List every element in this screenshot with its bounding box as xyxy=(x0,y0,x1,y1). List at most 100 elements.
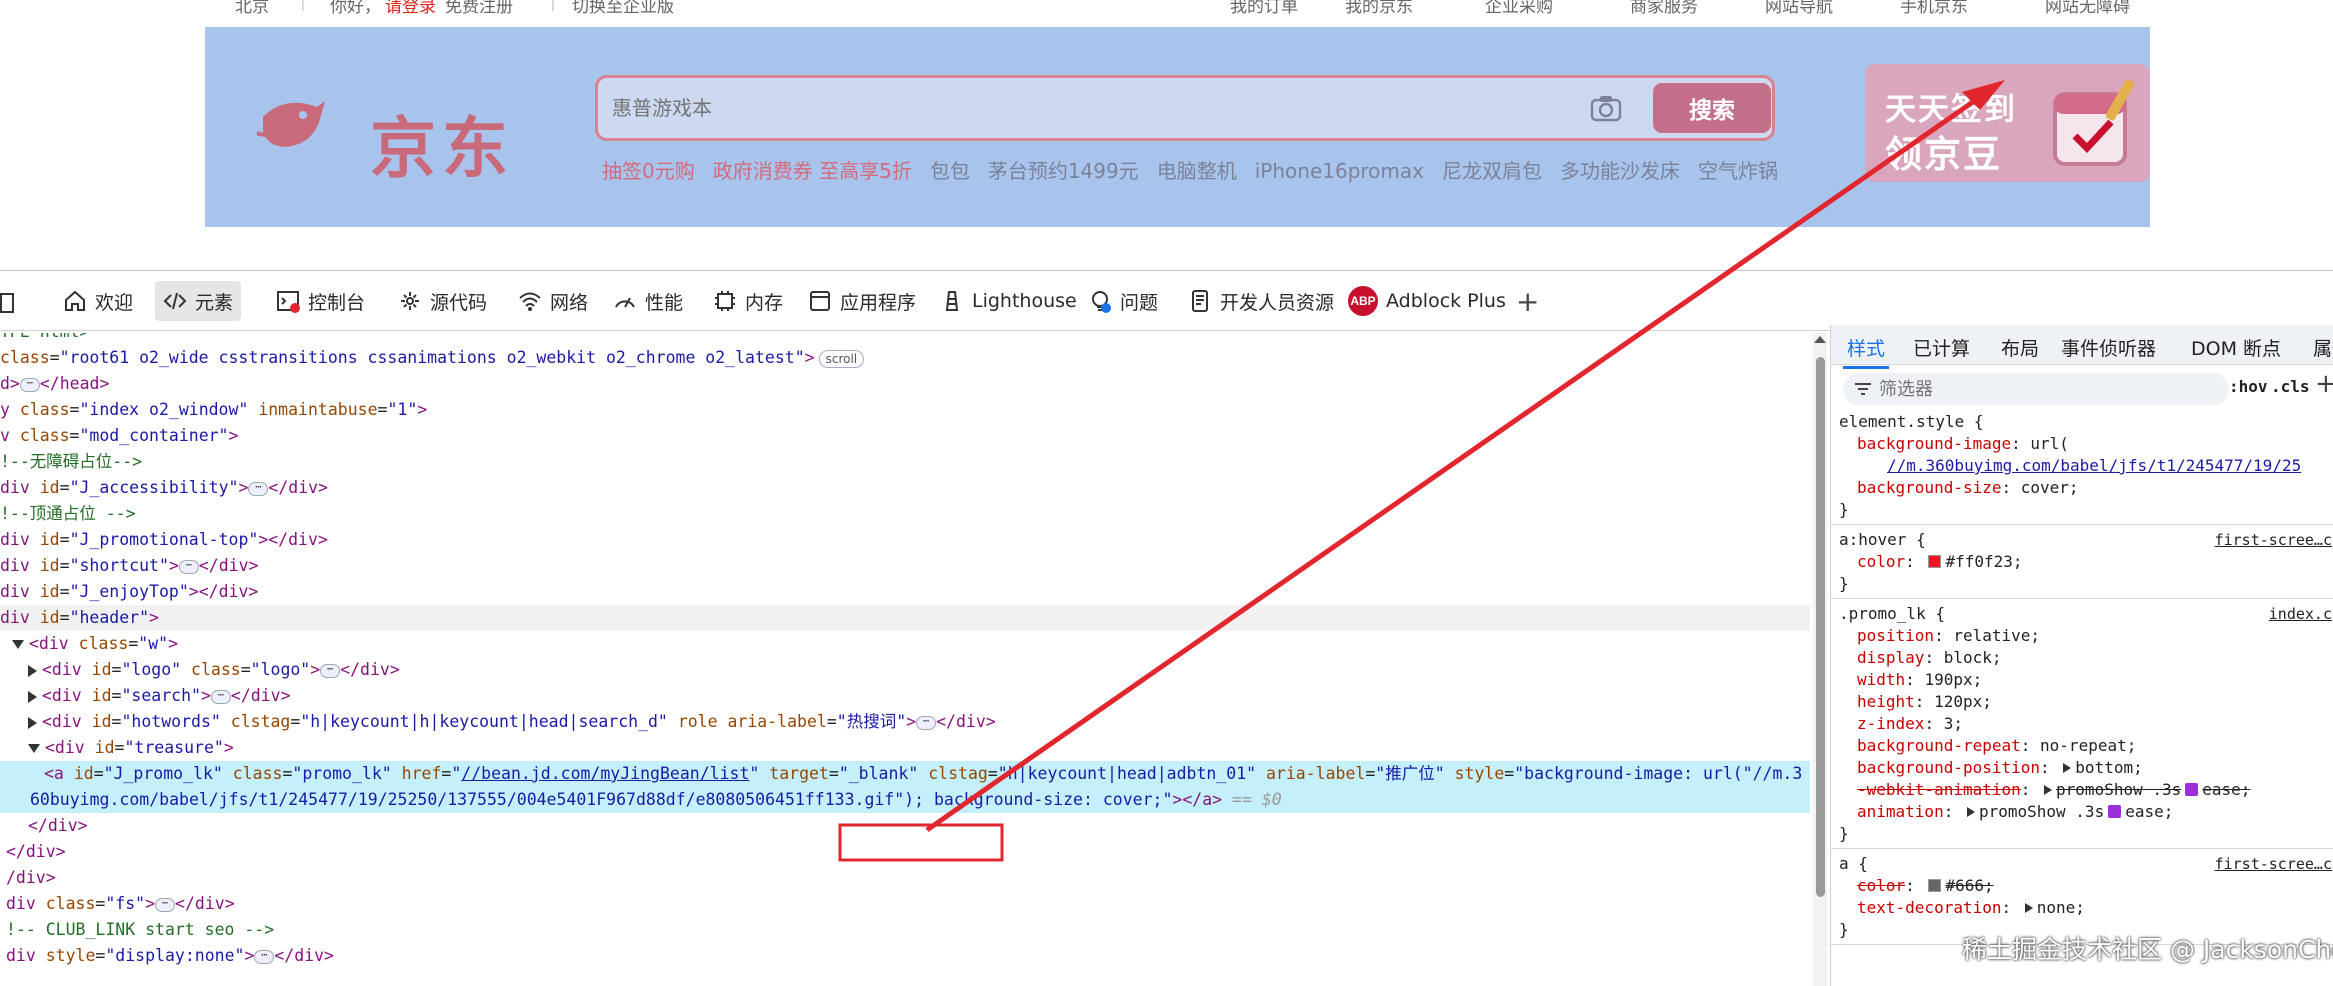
dom-node[interactable]: class="root61 o2_wide csstransitions css… xyxy=(0,345,1810,371)
shortcut-link[interactable]: 免费注册 xyxy=(445,0,513,17)
ellipsis-expand-icon[interactable]: ⋯ xyxy=(254,949,275,964)
dom-node[interactable]: !-- CLUB_LINK start seo --> xyxy=(0,917,1810,943)
styles-tab[interactable]: DOM 断点 xyxy=(2191,334,2281,361)
dom-node[interactable]: div id="J_accessibility"> ⋯ </div> xyxy=(0,475,1810,501)
scroll-badge[interactable]: scroll xyxy=(818,349,865,368)
css-url-value[interactable]: //m.360buyimg.com/babel/jfs/t1/245477/19… xyxy=(1887,455,2333,477)
css-declaration[interactable]: color: #666; xyxy=(1857,875,2333,897)
shortcut-link[interactable]: 企业采购 xyxy=(1485,0,1553,17)
dom-node[interactable]: <div id="hotwords" clstag="h|keycount|h|… xyxy=(0,709,1810,735)
devtools-tab-issues[interactable]: 问题 xyxy=(1080,281,1166,321)
devtools-tab-lighthouse[interactable]: Lighthouse xyxy=(932,281,1085,321)
hotword-link[interactable]: 空气炸锅 xyxy=(1698,159,1778,183)
css-declaration[interactable]: position: relative; xyxy=(1857,625,2333,647)
css-declaration[interactable]: background-size: cover; xyxy=(1857,477,2333,499)
styles-tab[interactable]: 样式 xyxy=(1842,334,1890,369)
css-declaration[interactable]: display: block; xyxy=(1857,647,2333,669)
attribute-link[interactable]: //bean.jd.com/myJingBean/list xyxy=(461,764,749,783)
styles-tab[interactable]: 已计算 xyxy=(1913,334,1970,361)
shortcut-link[interactable]: 商家服务 xyxy=(1630,0,1698,17)
devtools-tab-memory[interactable]: 内存 xyxy=(705,281,791,321)
devtools-tab-application[interactable]: 应用程序 xyxy=(800,281,924,321)
expand-value-icon[interactable] xyxy=(2044,785,2053,795)
styles-tab[interactable]: 布局 xyxy=(2001,334,2039,361)
expand-triangle-icon[interactable] xyxy=(28,664,37,677)
expand-value-icon[interactable] xyxy=(1966,807,1975,817)
dom-node[interactable]: </div> xyxy=(0,839,1810,865)
hotword-link[interactable]: iPhone16promax xyxy=(1255,159,1424,183)
dom-node[interactable]: div id="header"> xyxy=(0,605,1810,631)
expand-value-icon[interactable] xyxy=(2024,903,2033,913)
url-link[interactable]: //m.360buyimg.com/babel/jfs/t1/245477/19… xyxy=(1887,456,2301,475)
color-swatch-icon[interactable] xyxy=(1928,555,1942,568)
color-swatch-icon[interactable] xyxy=(1928,879,1942,892)
collapse-triangle-icon[interactable] xyxy=(28,744,40,753)
devtools-tab-console[interactable]: 控制台 xyxy=(268,281,373,321)
devtools-tab-code[interactable]: 元素 xyxy=(155,281,242,321)
rule-source-link[interactable]: first-scree…c xyxy=(2215,529,2332,551)
hotword-link[interactable]: 政府消费券 至高享5折 xyxy=(713,159,912,183)
dom-node[interactable]: <div id="logo" class="logo"> ⋯ </div> xyxy=(0,657,1810,683)
styles-tab[interactable]: 属性 xyxy=(2313,334,2333,361)
dom-node[interactable]: !--无障碍占位--> xyxy=(0,449,1810,475)
dom-node-selected[interactable]: <a id="J_promo_lk" class="promo_lk" href… xyxy=(0,761,1810,787)
jd-logo-text[interactable]: 京东 xyxy=(370,95,514,191)
ellipsis-expand-icon[interactable]: ⋯ xyxy=(178,559,199,574)
css-declaration[interactable]: text-decoration: none; xyxy=(1857,897,2333,919)
elements-scrollbar-thumb[interactable] xyxy=(1816,357,1825,897)
devtools-tab-wifi[interactable]: 网络 xyxy=(510,281,596,321)
shortcut-link[interactable]: 网站导航 xyxy=(1765,0,1833,17)
styles-filter-input[interactable] xyxy=(1879,377,2219,401)
hotword-link[interactable]: 茅台预约1499元 xyxy=(988,159,1139,183)
ellipsis-expand-icon[interactable]: ⋯ xyxy=(210,689,231,704)
camera-icon[interactable] xyxy=(1590,94,1622,122)
devtools-tab-performance[interactable]: 性能 xyxy=(605,281,691,321)
css-declaration[interactable]: color: #ff0f23; xyxy=(1857,551,2333,573)
css-declaration[interactable]: z-index: 3; xyxy=(1857,713,2333,735)
dom-node[interactable]: <div class="w"> xyxy=(0,631,1810,657)
dom-node-selected[interactable]: 60buyimg.com/babel/jfs/t1/245477/19/2525… xyxy=(0,787,1810,813)
shortcut-link[interactable]: 我的订单 xyxy=(1230,0,1298,17)
css-declaration[interactable]: background-image: url( xyxy=(1857,433,2333,455)
search-input[interactable] xyxy=(612,88,1572,128)
devtools-tab-adblock[interactable]: ABP Adblock Plus xyxy=(1340,281,1514,321)
search-button[interactable]: 搜索 xyxy=(1653,83,1771,133)
add-tab-button[interactable]: + xyxy=(1508,281,1547,321)
shortcut-link[interactable]: 北京 xyxy=(235,0,269,17)
collapse-triangle-icon[interactable] xyxy=(12,640,24,649)
new-style-rule-button[interactable]: + xyxy=(2315,369,2333,399)
easing-editor-icon[interactable] xyxy=(2185,783,2199,796)
styles-tab[interactable]: 事件侦听器 xyxy=(2061,334,2156,361)
css-declaration[interactable]: animation: promoShow .3s ease; xyxy=(1857,801,2333,823)
expand-triangle-icon[interactable] xyxy=(28,690,37,703)
expand-triangle-icon[interactable] xyxy=(28,716,37,729)
dom-node[interactable]: <div id="search"> ⋯ </div> xyxy=(0,683,1810,709)
hotword-link[interactable]: 包包 xyxy=(930,159,970,183)
dom-node[interactable]: !--顶通占位 --> xyxy=(0,501,1810,527)
shortcut-link[interactable]: 网站无障碍 xyxy=(2045,0,2130,17)
shortcut-link[interactable]: 我的京东 xyxy=(1345,0,1413,17)
dom-node[interactable]: div id="J_promotional-top"></div> xyxy=(0,527,1810,553)
shortcut-link[interactable]: 手机京东 xyxy=(1900,0,1968,17)
dock-panel-icon[interactable] xyxy=(0,293,14,313)
cls-toggle[interactable]: .cls xyxy=(2271,377,2310,396)
expand-value-icon[interactable] xyxy=(2063,763,2072,773)
hotword-link[interactable]: 抽签0元购 xyxy=(602,159,695,183)
ellipsis-expand-icon[interactable]: ⋯ xyxy=(155,897,176,912)
shortcut-link[interactable]: 请登录 xyxy=(385,0,436,17)
shortcut-link[interactable]: 你好， xyxy=(330,0,381,17)
easing-editor-icon[interactable] xyxy=(2108,805,2122,818)
dom-node[interactable]: y class="index o2_window" inmaintabuse="… xyxy=(0,397,1810,423)
devtools-tab-sources[interactable]: 源代码 xyxy=(390,281,495,321)
ellipsis-expand-icon[interactable]: ⋯ xyxy=(19,377,40,392)
dom-node[interactable]: </div> xyxy=(0,813,1810,839)
dom-node[interactable]: <div id="treasure"> xyxy=(0,735,1810,761)
hotword-link[interactable]: 电脑整机 xyxy=(1157,159,1237,183)
elements-dom-tree[interactable]: YPE html>class="root61 o2_wide csstransi… xyxy=(0,333,1810,986)
ellipsis-expand-icon[interactable]: ⋯ xyxy=(248,481,269,496)
dom-node[interactable]: div class="fs"> ⋯ </div> xyxy=(0,891,1810,917)
rule-source-link[interactable]: first-scree…c xyxy=(2215,853,2332,875)
dom-node[interactable]: /div> xyxy=(0,865,1810,891)
hov-toggle[interactable]: :hov xyxy=(2229,377,2268,396)
css-declaration[interactable]: -webkit-animation: promoShow .3s ease; xyxy=(1857,779,2333,801)
